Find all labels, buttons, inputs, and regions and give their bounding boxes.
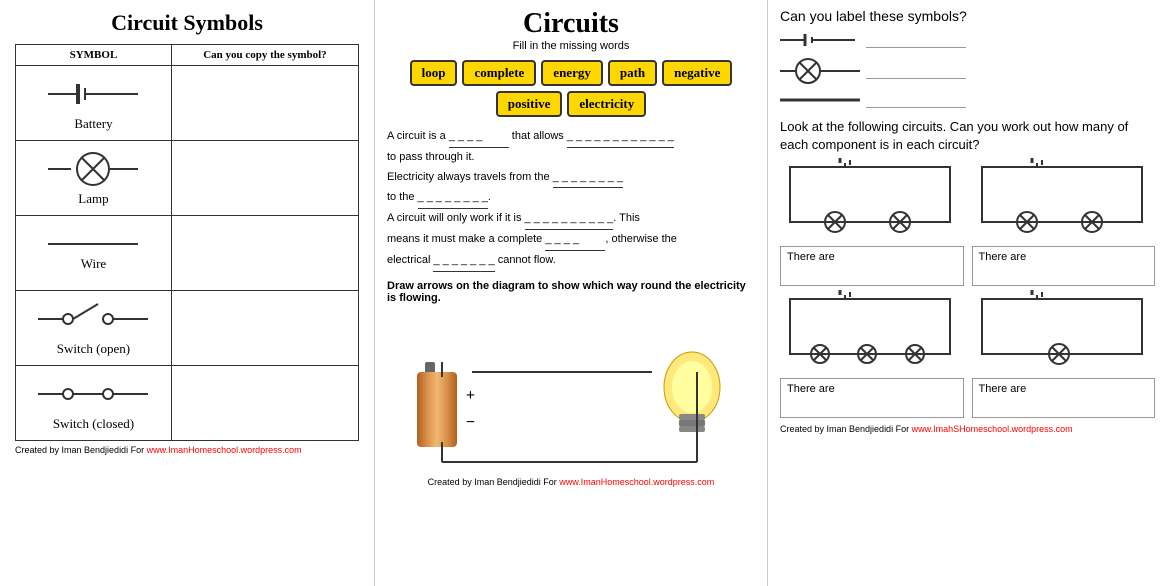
- word-energy: energy: [541, 60, 603, 86]
- wire-copy-cell[interactable]: [171, 216, 358, 291]
- sentence-3b: means it must make a complete _ _ _ _, o…: [387, 230, 755, 251]
- circuit-svg-2: [972, 162, 1152, 242]
- word-path: path: [608, 60, 657, 86]
- switch-closed-svg: [33, 374, 153, 414]
- circuit-svg-3: [780, 294, 960, 374]
- lamp-label: Lamp: [78, 191, 108, 207]
- lamp-copy-cell[interactable]: [171, 141, 358, 216]
- label-symbol-1: [780, 30, 860, 50]
- blank-3: _ _ _ _ _ _ _ _: [553, 168, 623, 189]
- switch-open-copy-cell[interactable]: [171, 291, 358, 366]
- right-footer-url: www.ImahSHomeschool.wordpress.com: [912, 424, 1073, 434]
- battery-copy-cell[interactable]: [171, 66, 358, 141]
- middle-footer: Created by Iman Bendjiedidi For www.Iman…: [387, 477, 755, 487]
- circuit-svg-1: [780, 162, 960, 242]
- word-bank: loop complete energy path negative posit…: [387, 60, 755, 117]
- switch-open-symbol-cell: Switch (open): [16, 291, 172, 366]
- switch-open-svg: [33, 299, 153, 339]
- table-row: Wire: [16, 216, 359, 291]
- wire-symbol-svg: [43, 234, 143, 254]
- blank-7: _ _ _ _ _ _ _: [433, 251, 494, 272]
- table-row: Lamp: [16, 141, 359, 216]
- word-complete: complete: [462, 60, 536, 86]
- circuit-svg-4: [972, 294, 1152, 374]
- circuit-box-2: There are: [972, 162, 1156, 286]
- there-are-text-2: There are: [979, 251, 1027, 263]
- blank-2: _ _ _ _ _ _ _ _ _ _ _ _: [567, 127, 674, 148]
- circuits-grid: There are There are: [780, 162, 1155, 418]
- sentence-2b: to the _ _ _ _ _ _ _ _.: [387, 188, 755, 209]
- battery-symbol-cell: Battery: [16, 66, 172, 141]
- word-positive: positive: [496, 91, 563, 117]
- there-are-4: There are: [972, 378, 1156, 418]
- lamp-symbol-cell: Lamp: [16, 141, 172, 216]
- there-are-3: There are: [780, 378, 964, 418]
- circuit-wires: [387, 312, 747, 472]
- middle-panel: Circuits Fill in the missing words loop …: [375, 0, 768, 586]
- battery-symbol-svg: [43, 74, 143, 114]
- left-footer-url: www.ImanHomeschool.wordpress.com: [147, 445, 302, 455]
- label-row-1: [780, 30, 1155, 50]
- there-are-text-1: There are: [787, 251, 835, 263]
- sentence-3c: electrical _ _ _ _ _ _ _ cannot flow.: [387, 251, 755, 272]
- table-row: Switch (closed): [16, 366, 359, 441]
- word-electricity: electricity: [567, 91, 646, 117]
- label-symbols-section: [780, 30, 1155, 108]
- middle-title: Circuits: [387, 8, 755, 40]
- sentences-section: A circuit is a _ _ _ _ that allows _ _ _…: [387, 127, 755, 272]
- table-row: Switch (open): [16, 291, 359, 366]
- wire-symbol-cell: Wire: [16, 216, 172, 291]
- label-blank-2: [866, 63, 966, 79]
- switch-closed-label: Switch (closed): [53, 416, 134, 432]
- there-are-text-3: There are: [787, 383, 835, 395]
- right-footer: Created by Iman Bendjiedidi For www.Imah…: [780, 424, 1155, 434]
- middle-footer-text: Created by Iman Bendjiedidi For: [428, 477, 560, 487]
- there-are-text-4: There are: [979, 383, 1027, 395]
- label-blank-1: [866, 32, 966, 48]
- label-row-3: [780, 92, 1155, 108]
- middle-footer-url: www.ImanHomeschool.wordpress.com: [559, 477, 714, 487]
- label-title: Can you label these symbols?: [780, 8, 1155, 24]
- switch-closed-copy-cell[interactable]: [171, 366, 358, 441]
- circuit-box-1: There are: [780, 162, 964, 286]
- col-copy: Can you copy the symbol?: [171, 45, 358, 66]
- circuits-question: Look at the following circuits. Can you …: [780, 118, 1155, 154]
- col-symbol: SYMBOL: [16, 45, 172, 66]
- table-row: Battery: [16, 66, 359, 141]
- sentence-1: A circuit is a _ _ _ _ that allows _ _ _…: [387, 127, 755, 148]
- circuit-box-3: There are: [780, 294, 964, 418]
- word-negative: negative: [662, 60, 732, 86]
- draw-instruction: Draw arrows on the diagram to show which…: [387, 280, 755, 304]
- lamp-symbol-svg: [43, 149, 143, 189]
- left-panel: Circuit Symbols SYMBOL Can you copy the …: [0, 0, 375, 586]
- label-symbol-3: [780, 95, 860, 105]
- fill-instruction: Fill in the missing words: [387, 40, 755, 52]
- left-footer: Created by Iman Bendjiedidi For www.Iman…: [15, 445, 359, 455]
- label-blank-3: [866, 92, 966, 108]
- blank-5: _ _ _ _ _ _ _ _ _ _: [525, 209, 614, 230]
- circuit-box-4: There are: [972, 294, 1156, 418]
- wire-label: Wire: [81, 256, 106, 272]
- word-loop: loop: [410, 60, 458, 86]
- symbols-table: SYMBOL Can you copy the symbol? Battery: [15, 44, 359, 441]
- left-title: Circuit Symbols: [15, 10, 359, 36]
- sentence-1b: to pass through it.: [387, 148, 755, 168]
- battery-label: Battery: [74, 116, 112, 132]
- label-symbol-2: [780, 56, 860, 86]
- sentence-2: Electricity always travels from the _ _ …: [387, 168, 755, 189]
- there-are-1: There are: [780, 246, 964, 286]
- right-panel: Can you label these symbols?: [768, 0, 1167, 586]
- switch-open-label: Switch (open): [57, 341, 130, 357]
- there-are-2: There are: [972, 246, 1156, 286]
- blank-4: _ _ _ _ _ _ _ _: [418, 188, 488, 209]
- right-footer-text: Created by Iman Bendjiedidi For: [780, 424, 912, 434]
- blank-1: _ _ _ _: [449, 127, 509, 148]
- switch-closed-symbol-cell: Switch (closed): [16, 366, 172, 441]
- sentence-3: A circuit will only work if it is _ _ _ …: [387, 209, 755, 230]
- label-row-2: [780, 56, 1155, 86]
- circuit-diagram: + −: [387, 312, 747, 472]
- left-footer-text: Created by Iman Bendjiedidi For: [15, 445, 147, 455]
- blank-6: _ _ _ _: [545, 230, 605, 251]
